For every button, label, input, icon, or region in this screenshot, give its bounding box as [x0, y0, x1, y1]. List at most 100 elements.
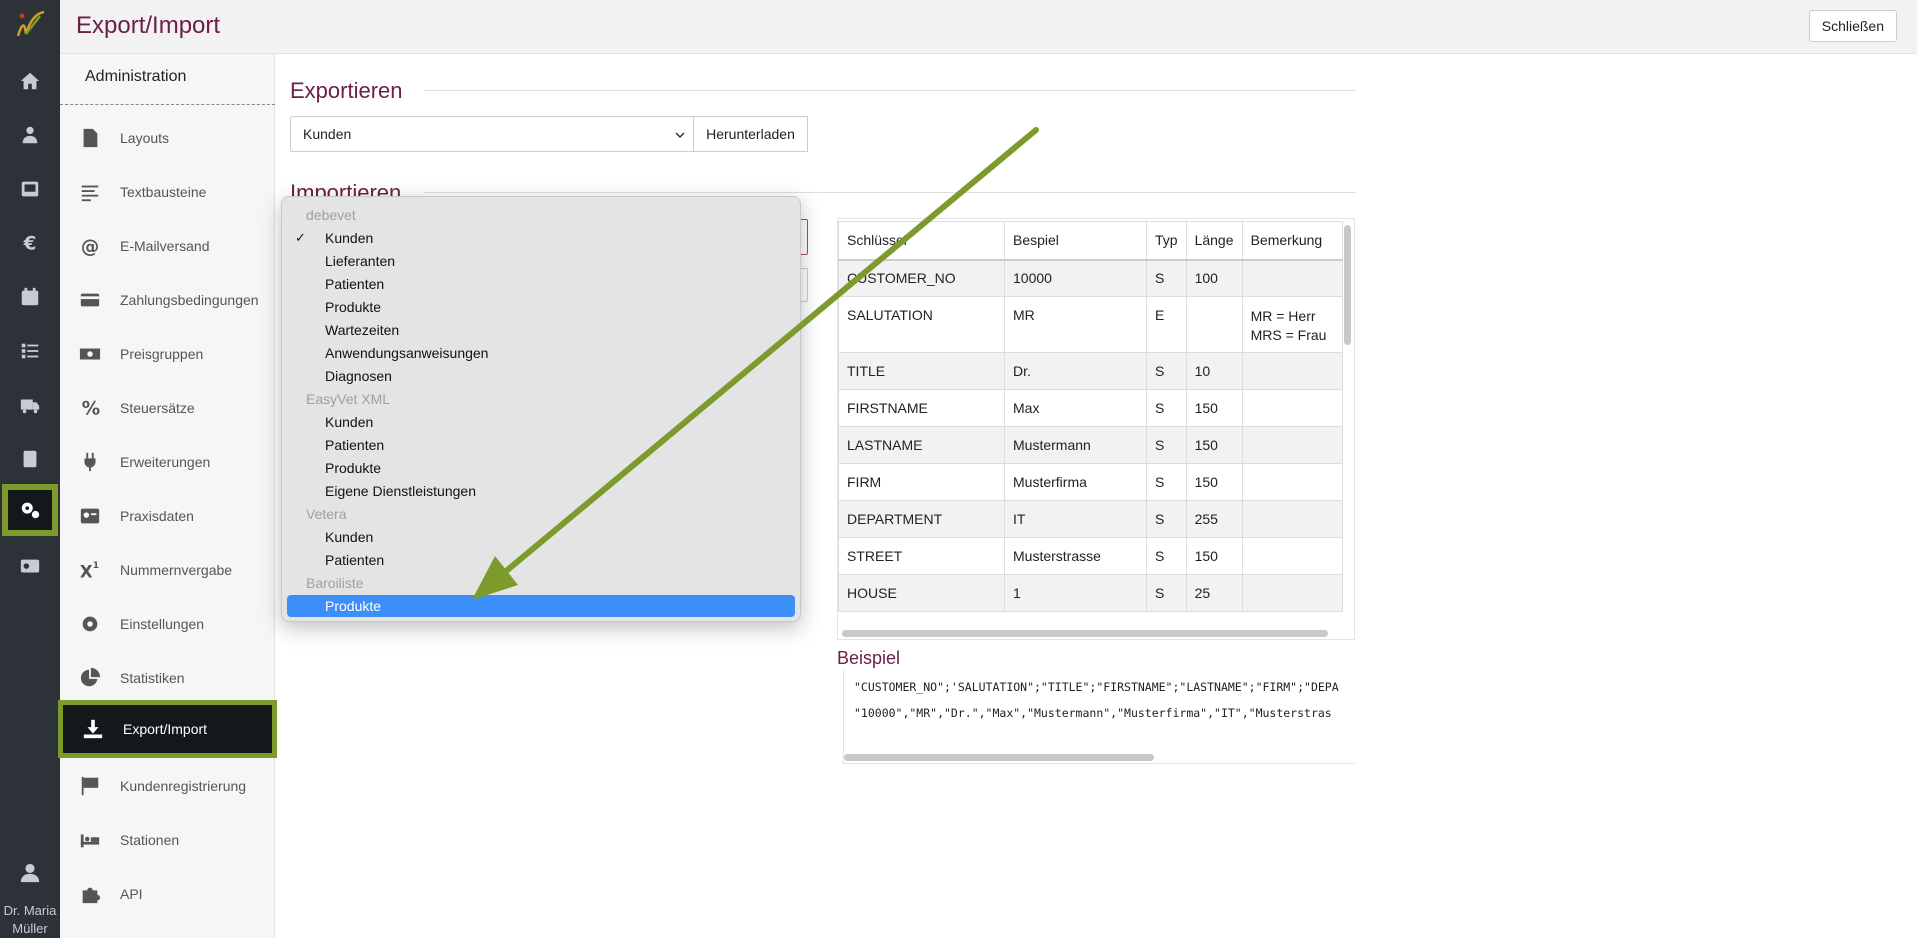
sidebar-item-preisgruppen[interactable]: Preisgruppen	[60, 329, 275, 379]
finance-icon: €	[23, 233, 37, 254]
rail-item-delivery[interactable]	[0, 378, 60, 432]
rail-item-book[interactable]	[0, 432, 60, 486]
sidebar-item-export-import[interactable]: Export/Import	[58, 700, 277, 758]
table-row: SALUTATION MR E MR = Herr MRS = Frau	[838, 296, 1343, 353]
table-horizontal-scrollbar[interactable]	[842, 630, 1328, 637]
user-icon[interactable]	[19, 862, 41, 884]
dropdown-option-label: Patienten	[325, 276, 385, 292]
rail-item-user-admin[interactable]	[0, 540, 60, 594]
export-selected-value: Kunden	[303, 126, 352, 142]
dropdown-option[interactable]: Patienten	[287, 549, 795, 571]
table-cell: Dr.	[1004, 352, 1147, 390]
example-line-header: "CUSTOMER_NO";'SALUTATION";"TITLE";"FIRS…	[854, 680, 1339, 694]
rail-item-calendar[interactable]	[0, 270, 60, 324]
svg-text:€: €	[23, 233, 37, 254]
sidebar-item-zahlungsbedingungen[interactable]: Zahlungsbedingungen	[60, 275, 275, 325]
sidebar-item-statistiken[interactable]: Statistiken	[60, 653, 275, 703]
table-cell: TITLE	[838, 352, 1005, 390]
dropdown-option[interactable]: Eigene Dienstleistungen	[287, 480, 795, 502]
dropdown-option[interactable]: Patienten	[287, 273, 795, 295]
rail-item-customers[interactable]	[0, 108, 60, 162]
sidebar-item-praxisdaten[interactable]: Praxisdaten	[60, 491, 275, 541]
dropdown-option[interactable]: ✓ Kunden	[287, 227, 795, 249]
sidebar-item-label: Preisgruppen	[120, 346, 204, 362]
top-header: Export/Import Schließen	[60, 0, 1917, 54]
dropdown-group-label: Vetera	[306, 506, 347, 522]
dropdown-option[interactable]: Anwendungsanweisungen	[287, 342, 795, 364]
export-divider	[424, 90, 1356, 91]
download-button[interactable]: Herunterladen	[693, 116, 808, 152]
sidebar-item-erweiterungen[interactable]: Erweiterungen	[60, 437, 275, 487]
rail-item-patients[interactable]	[0, 162, 60, 216]
sidebar-item-stationen[interactable]: Stationen	[60, 815, 275, 865]
column-header: Länge	[1185, 221, 1243, 261]
at-icon-wrap: @	[60, 235, 120, 257]
dropdown-option[interactable]: Kunden	[287, 411, 795, 433]
table-cell: S	[1146, 537, 1187, 575]
example-horizontal-scrollbar[interactable]	[844, 754, 1154, 761]
flag-checkered-icon	[81, 776, 99, 796]
table-cell	[1241, 259, 1343, 297]
dropdown-option[interactable]: Produkte	[287, 296, 795, 318]
table-cell: IT	[1004, 500, 1147, 538]
table-header-row: Schlüssel Bespiel Typ Länge Bemerkung	[838, 221, 1343, 261]
rail-item-finance[interactable]: €	[0, 216, 60, 270]
dropdown-option[interactable]: Diagnosen	[287, 365, 795, 387]
table-cell: CUSTOMER_NO	[838, 259, 1005, 297]
dropdown-option[interactable]: Lieferanten	[287, 250, 795, 272]
puzzle-icon	[82, 887, 101, 904]
rail-item-home[interactable]	[0, 54, 60, 108]
table-cell: S	[1146, 463, 1187, 501]
sidebar-item-label: Kundenregistrierung	[120, 778, 247, 794]
delivery-icon	[20, 399, 40, 414]
table-cell: Mustermann	[1004, 426, 1147, 464]
dropdown-option-label: Lieferanten	[325, 253, 396, 269]
pie-chart-icon-wrap	[60, 667, 120, 689]
close-button[interactable]: Schließen	[1808, 10, 1897, 42]
sidebar-item-steuers-tze[interactable]: % Steuersätze	[60, 383, 275, 433]
rail-item-tasks[interactable]	[0, 324, 60, 378]
export-type-select[interactable]: Kunden	[290, 116, 695, 152]
sidebar-item-einstellungen[interactable]: Einstellungen	[60, 599, 275, 649]
pdf-file-icon	[83, 128, 98, 148]
sidebar-item-layouts[interactable]: Layouts	[60, 113, 275, 163]
dropdown-option[interactable]: Wartezeiten	[287, 319, 795, 341]
sidebar-item-kundenregistrierung[interactable]: Kundenregistrierung	[60, 761, 275, 811]
gear-icon-wrap	[60, 613, 120, 635]
superscript-icon: X1	[80, 560, 99, 581]
table-vertical-scrollbar[interactable]	[1344, 225, 1351, 345]
table-cell: LASTNAME	[838, 426, 1005, 464]
download-icon	[83, 719, 103, 739]
sidebar-item-textbausteine[interactable]: Textbausteine	[60, 167, 275, 217]
user-name[interactable]: Dr. Maria Müller	[0, 902, 60, 938]
dropdown-option[interactable]: Produkte	[287, 595, 795, 617]
dropdown-option-label: Produkte	[325, 299, 382, 315]
dropdown-option[interactable]: Produkte	[287, 457, 795, 479]
sidebar-item-nummernvergabe[interactable]: X 1 Nummernvergabe	[60, 545, 275, 595]
dropdown-option-label: Produkte	[325, 598, 382, 614]
table-cell	[1241, 352, 1343, 390]
table-cell: 150	[1185, 389, 1243, 427]
import-divider	[424, 192, 1356, 193]
icon-rail: € Dr. Maria Müller	[0, 0, 60, 938]
table-row: CUSTOMER_NO 10000 S 100	[838, 259, 1343, 297]
sidebar-item-label: Erweiterungen	[120, 454, 211, 470]
page-title: Export/Import	[76, 12, 221, 39]
sidebar-item-e-mailversand[interactable]: @ E-Mailversand	[60, 221, 275, 271]
table-row: STREET Musterstrasse S 150	[838, 537, 1343, 575]
rail-item-settings-gears[interactable]	[2, 484, 58, 536]
credit-card-icon-wrap	[60, 289, 120, 311]
percent-icon-wrap: %	[60, 397, 120, 419]
dropdown-option[interactable]: Patienten	[287, 434, 795, 456]
import-type-dropdown[interactable]: debevet ✓ Kunden Lieferanten Patienten Produk…	[281, 196, 801, 622]
table-row: LASTNAME Mustermann S 150	[838, 426, 1343, 464]
svg-text:1: 1	[93, 560, 99, 571]
dropdown-option[interactable]: Kunden	[287, 526, 795, 548]
sidebar-item-api[interactable]: API	[60, 869, 275, 919]
user-admin-icon	[20, 559, 40, 573]
sidebar-divider	[60, 104, 275, 105]
table-cell	[1241, 389, 1343, 427]
table-cell: 150	[1185, 537, 1243, 575]
table-cell: S	[1146, 426, 1187, 464]
svg-text:%: %	[82, 398, 100, 419]
